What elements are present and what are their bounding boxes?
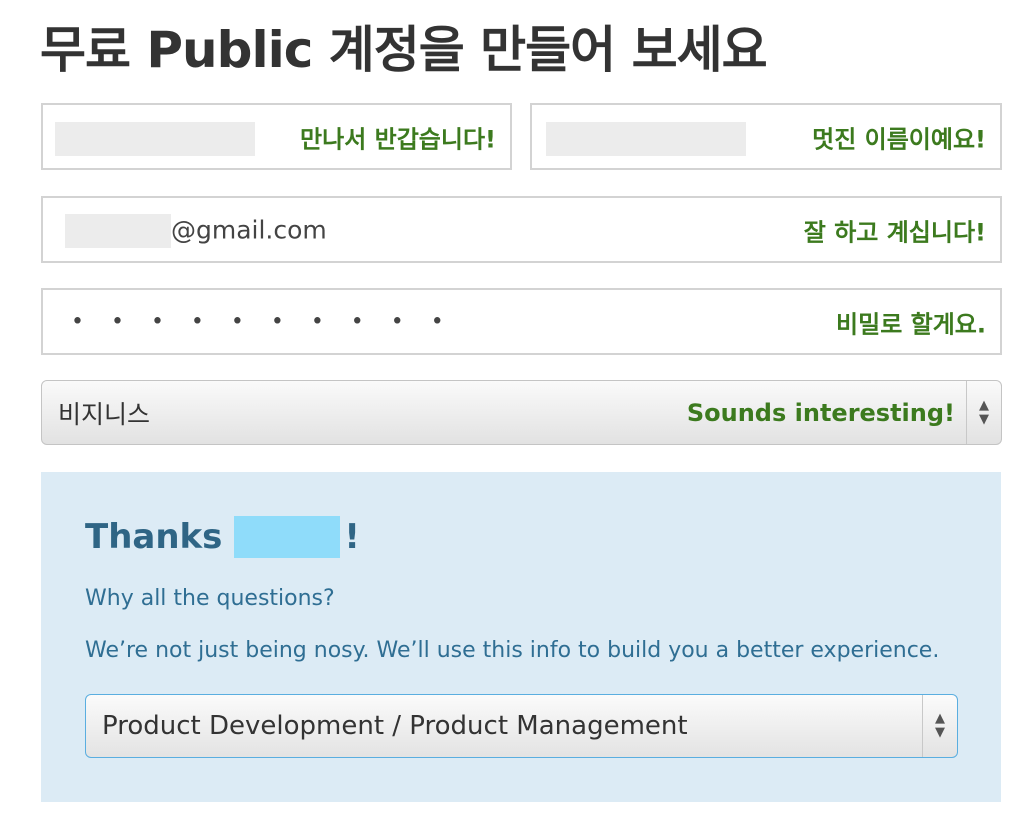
redacted-last-name	[546, 122, 746, 156]
account-type-value: 비지니스	[58, 399, 151, 429]
password-mask: • • • • • • • • • •	[71, 309, 454, 334]
role-select[interactable]: Product Development / Product Management…	[85, 694, 958, 758]
page-title: 무료 Public 계정을 만들어 보세요	[40, 21, 768, 79]
select-arrows-icon: ▲ ▼	[922, 695, 957, 757]
email-field[interactable]: @gmail.com 잘 하고 계십니다!	[41, 196, 1002, 263]
first-name-hint: 만나서 반갑습니다!	[300, 125, 496, 153]
thanks-heading: Thanks !	[85, 516, 360, 558]
account-type-hint: Sounds interesting!	[686, 398, 955, 427]
thanks-prefix: Thanks	[85, 517, 223, 557]
password-hint: 비밀로 할게요.	[836, 310, 986, 338]
redacted-name-highlight	[234, 516, 341, 558]
select-arrows-icon: ▲ ▼	[966, 381, 1001, 444]
password-field[interactable]: • • • • • • • • • • 비밀로 할게요.	[41, 288, 1002, 355]
email-hint: 잘 하고 계십니다!	[803, 218, 986, 246]
account-type-select[interactable]: 비지니스 Sounds interesting! ▲ ▼	[41, 380, 1002, 445]
last-name-field[interactable]: 멋진 이름이예요!	[530, 103, 1002, 170]
first-name-field[interactable]: 만나서 반갑습니다!	[41, 103, 512, 170]
role-value: Product Development / Product Management	[102, 711, 688, 741]
explanation-text: We’re not just being nosy. We’ll use thi…	[85, 638, 940, 663]
info-panel: Thanks ! Why all the questions? We’re no…	[41, 472, 1001, 802]
redacted-email-user	[65, 214, 171, 248]
email-domain-text: @gmail.com	[171, 215, 327, 244]
question-text: Why all the questions?	[85, 586, 335, 611]
redacted-first-name	[55, 122, 255, 156]
last-name-hint: 멋진 이름이예요!	[812, 125, 986, 153]
thanks-suffix: !	[344, 517, 360, 557]
